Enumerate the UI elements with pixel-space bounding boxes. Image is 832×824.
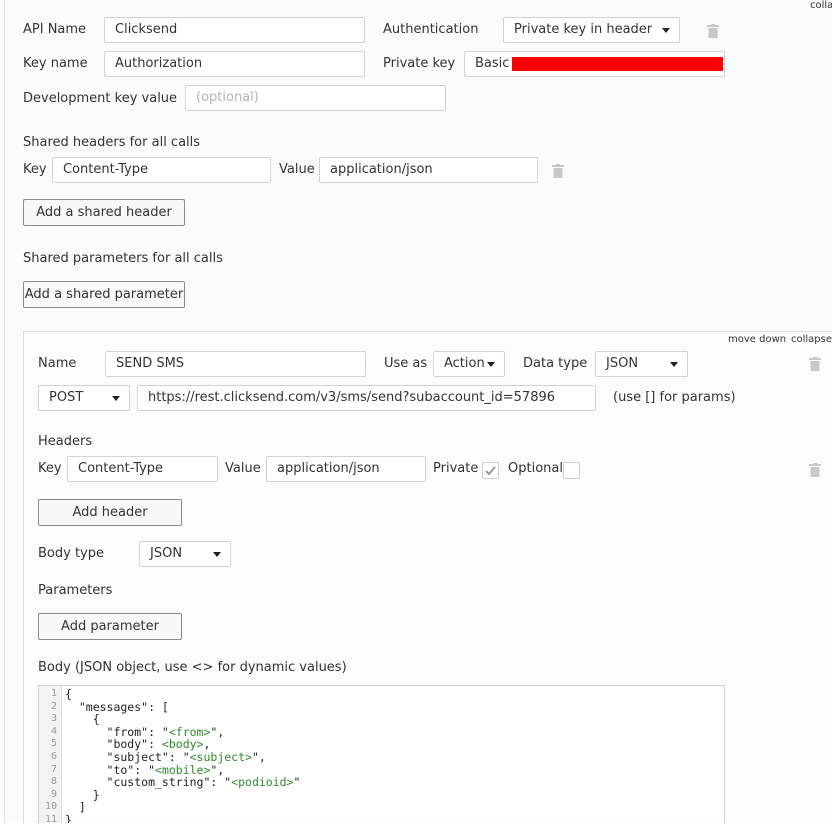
call-name-input[interactable]: SEND SMS xyxy=(105,351,366,377)
chevron-down-icon xyxy=(487,362,495,367)
collapse-link-top[interactable]: colla xyxy=(810,0,832,11)
shared-header-key-label: Key xyxy=(23,162,47,177)
data-type-value: JSON xyxy=(606,356,639,371)
line-number: 10 xyxy=(44,801,57,813)
key-name-label: Key name xyxy=(23,56,88,71)
body-title: Body (JSON object, use <> for dynamic va… xyxy=(38,660,347,675)
private-checkbox[interactable] xyxy=(482,462,499,479)
api-name-input[interactable]: Clicksend xyxy=(104,17,365,43)
add-parameter-button[interactable]: Add parameter xyxy=(38,613,182,640)
body-type-value: JSON xyxy=(150,546,183,561)
data-type-label: Data type xyxy=(523,356,588,371)
body-type-select[interactable]: JSON xyxy=(139,541,231,567)
line-number: 1 xyxy=(50,688,57,699)
headers-title: Headers xyxy=(38,434,93,449)
line-number: 8 xyxy=(50,776,57,788)
header-key-input[interactable]: Content-Type xyxy=(67,456,218,482)
private-key-label: Private key xyxy=(383,56,456,71)
shared-header-value-input[interactable]: application/json xyxy=(319,157,538,183)
line-number: 6 xyxy=(50,751,57,762)
url-input[interactable]: https://rest.clicksend.com/v3/sms/send?s… xyxy=(137,385,596,411)
use-as-select[interactable]: Action xyxy=(433,351,505,377)
code-line: { xyxy=(65,687,72,701)
url-hint: (use [] for params) xyxy=(613,390,736,405)
authentication-value: Private key in header xyxy=(514,22,653,37)
shared-headers-title: Shared headers for all calls xyxy=(23,135,201,150)
http-method-select[interactable]: POST xyxy=(38,385,130,411)
chevron-down-icon xyxy=(213,552,221,557)
optional-label: Optional xyxy=(508,461,563,476)
redaction-bar xyxy=(512,57,723,71)
code-line: } xyxy=(65,813,72,823)
trash-icon[interactable] xyxy=(809,357,821,371)
line-number: 9 xyxy=(50,788,57,800)
optional-checkbox[interactable] xyxy=(563,462,580,479)
dev-key-label: Development key value xyxy=(23,91,178,106)
trash-icon[interactable] xyxy=(809,463,821,477)
use-as-value: Action xyxy=(444,356,485,371)
move-down-link[interactable]: move down xyxy=(728,334,786,345)
json-punct: " xyxy=(293,775,301,790)
header-value-label: Value xyxy=(225,461,261,476)
parameters-title: Parameters xyxy=(38,583,113,598)
json-punct: ", xyxy=(251,750,266,764)
trash-icon[interactable] xyxy=(552,164,564,178)
body-type-label: Body type xyxy=(38,546,104,561)
dev-key-input[interactable]: (optional) xyxy=(185,85,446,111)
shared-params-title: Shared parameters for all calls xyxy=(23,251,223,266)
api-connector-panel: colla API Name Clicksend Authentication … xyxy=(0,0,832,824)
trash-icon[interactable] xyxy=(707,24,719,38)
call-name-label: Name xyxy=(38,356,77,371)
authentication-select[interactable]: Private key in header xyxy=(503,17,680,43)
line-number: 5 xyxy=(50,738,57,750)
chevron-down-icon xyxy=(662,28,670,33)
data-type-select[interactable]: JSON xyxy=(595,351,688,377)
line-number: 7 xyxy=(50,763,57,775)
line-number: 3 xyxy=(50,713,57,725)
json-body-editor[interactable]: 1 2 3 4 5 6 7 8 9 10 11 { "messages": [ … xyxy=(38,685,725,823)
line-number: 4 xyxy=(50,725,57,737)
code-line: "custom_string": "<podioid>" xyxy=(65,775,301,790)
key-name-input[interactable]: Authorization xyxy=(104,51,365,77)
collapse-link[interactable]: collapse xyxy=(791,334,832,345)
chevron-down-icon xyxy=(112,396,120,401)
header-value-input[interactable]: application/json xyxy=(266,456,426,482)
api-name-label: API Name xyxy=(23,22,87,37)
dynamic-value: <podioid> xyxy=(231,775,294,790)
shared-header-value-label: Value xyxy=(279,162,315,177)
add-shared-parameter-button[interactable]: Add a shared parameter xyxy=(23,281,185,308)
http-method-value: POST xyxy=(49,390,84,405)
add-header-button[interactable]: Add header xyxy=(38,499,182,526)
authentication-label: Authentication xyxy=(383,22,479,37)
shared-header-key-input[interactable]: Content-Type xyxy=(52,157,271,183)
line-number: 11 xyxy=(44,814,57,823)
private-label: Private xyxy=(433,461,479,476)
add-shared-header-button[interactable]: Add a shared header xyxy=(23,199,185,226)
use-as-label: Use as xyxy=(384,356,428,371)
header-key-label: Key xyxy=(38,461,62,476)
line-number: 2 xyxy=(50,700,57,712)
chevron-down-icon xyxy=(670,362,678,367)
checkmark-icon xyxy=(485,466,496,476)
json-punct: ", xyxy=(210,724,225,739)
